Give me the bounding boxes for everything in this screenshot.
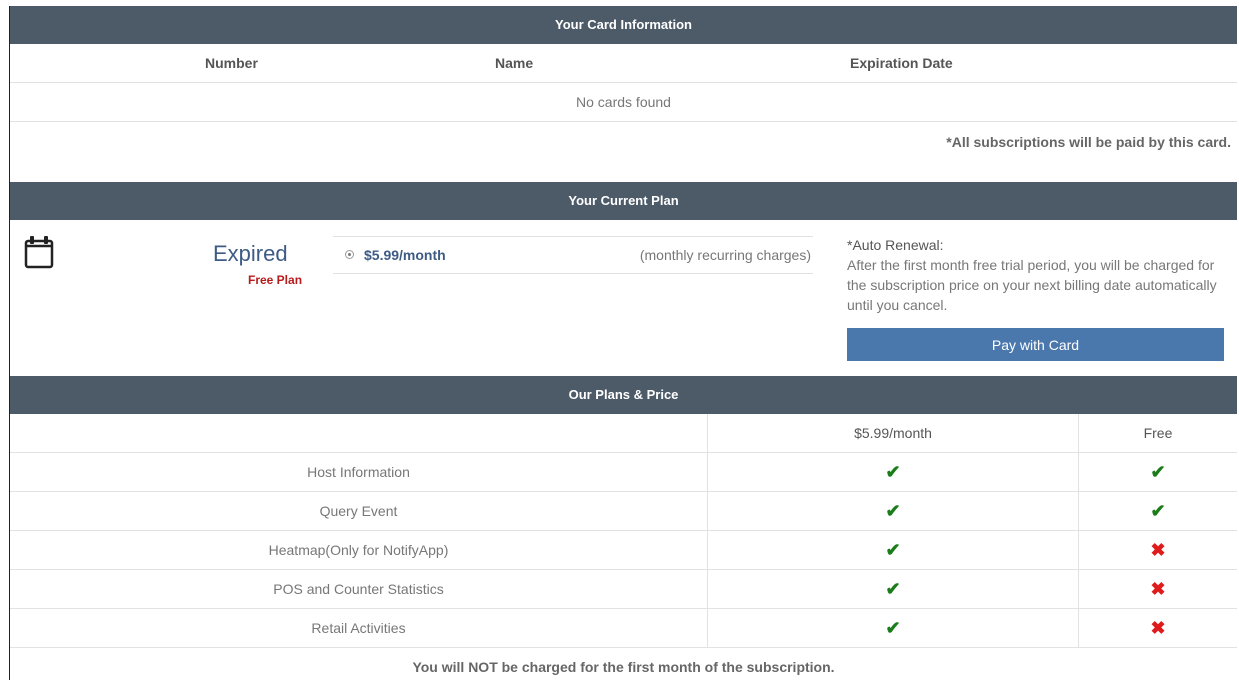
table-row: Heatmap(Only for NotifyApp) ✔ ✖ [10,530,1237,570]
check-icon: ✔ [885,617,901,638]
plan-option-desc: (monthly recurring charges) [639,247,811,263]
free-col-header: Free [1078,414,1237,453]
footer-note: You will NOT be charged for the first mo… [412,659,835,675]
table-row: POS and Counter Statistics ✔ ✖ [10,569,1237,609]
feature-col-header [10,414,708,453]
table-row: Retail Activities ✔ ✖ [10,608,1237,648]
check-icon: ✔ [885,461,901,482]
card-info-header: Your Card Information [10,6,1237,44]
calendar-icon [24,233,54,274]
cross-icon: ✖ [1150,578,1166,599]
current-plan-header: Your Current Plan [10,182,1237,220]
table-row: Host Information ✔ ✔ [10,452,1237,492]
check-icon: ✔ [1150,500,1166,521]
feature-name: Query Event [10,491,708,531]
current-plan-area: Expired Free Plan $5.99/month (monthly r… [10,220,1237,376]
check-icon: ✔ [885,578,901,599]
no-cards-message: No cards found [10,83,1237,122]
col-expiration: Expiration Date [850,55,953,71]
feature-name: Heatmap(Only for NotifyApp) [10,530,708,570]
col-number: Number [205,55,258,71]
plans-table-header: $5.99/month Free [10,414,1237,453]
pay-with-card-button[interactable]: Pay with Card [847,328,1224,361]
paid-col-header: $5.99/month [707,414,1079,453]
card-note: *All subscriptions will be paid by this … [946,134,1231,150]
card-table-header: Number Name Expiration Date [10,44,1237,83]
subscription-panel: Your Card Information Number Name Expira… [9,6,1237,680]
feature-name: POS and Counter Statistics [10,569,708,609]
auto-renewal-text: After the first month free trial period,… [847,257,1217,313]
check-icon: ✔ [885,539,901,560]
plan-status: Expired [213,241,288,266]
auto-renewal-title: *Auto Renewal: [847,237,944,253]
col-name: Name [495,55,534,71]
table-row: Query Event ✔ ✔ [10,491,1237,531]
plan-radio[interactable] [345,250,354,259]
cross-icon: ✖ [1150,539,1166,560]
plans-table: $5.99/month Free Host Information ✔ ✔ Query… [10,414,1237,648]
plans-price-header: Our Plans & Price [10,376,1237,414]
check-icon: ✔ [1150,461,1166,482]
auto-renewal-info: *Auto Renewal: After the first month fre… [847,235,1237,315]
cross-icon: ✖ [1150,617,1166,638]
plan-name: Free Plan [248,273,303,287]
feature-name: Retail Activities [10,608,708,648]
feature-name: Host Information [10,452,708,492]
check-icon: ✔ [885,500,901,521]
plan-option-monthly[interactable]: $5.99/month (monthly recurring charges) [333,236,813,274]
plan-option-price: $5.99/month [364,247,446,263]
